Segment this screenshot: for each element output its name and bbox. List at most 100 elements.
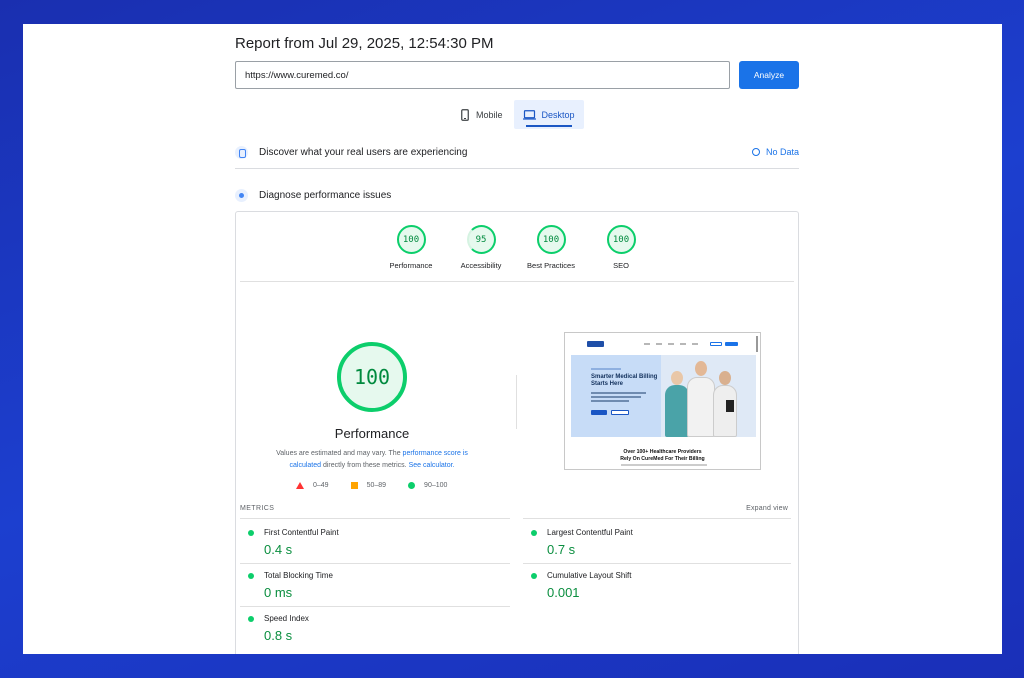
hero-primary-button <box>591 410 607 415</box>
clipboard-shape <box>726 400 734 412</box>
metric-divider <box>240 563 510 564</box>
pass-circle-icon <box>531 530 537 536</box>
disclaimer-text-2: directly from these metrics. <box>322 462 407 469</box>
metric-name: First Contentful Paint <box>264 528 339 537</box>
phone-icon <box>461 108 469 121</box>
metric-cls: Cumulative Layout Shift 0.001 <box>523 569 793 612</box>
metric-value: 0.8 s <box>264 628 293 643</box>
report-title: Report from Jul 29, 2025, 12:54:30 PM <box>235 35 494 52</box>
legend-good-label: 90–100 <box>424 482 448 489</box>
diagnose-section: Diagnose performance issues <box>235 185 799 205</box>
site-cta-button <box>724 342 738 346</box>
pass-circle-icon <box>248 616 254 622</box>
metric-name: Speed Index <box>264 614 309 623</box>
analyze-button[interactable]: Analyze <box>739 61 799 89</box>
hero-secondary-button <box>611 410 629 415</box>
hero-text-line <box>591 392 646 394</box>
gauge-performance[interactable]: 100 Performance <box>376 225 446 270</box>
score-legend: 0–49 50–89 90–100 <box>296 482 447 489</box>
metric-value: 0 ms <box>264 585 293 600</box>
lab-data-icon <box>235 188 248 202</box>
legend-average: 50–89 <box>350 482 387 489</box>
hero-text-line <box>591 400 629 402</box>
metric-divider <box>240 606 510 607</box>
metric-name: Total Blocking Time <box>264 571 333 580</box>
hero-headline: Smarter Medical Billing Starts Here <box>591 374 658 387</box>
metric-name: Cumulative Layout Shift <box>547 571 632 580</box>
expand-view-toggle[interactable]: Expand view <box>746 505 788 512</box>
metric-value: 0.001 <box>547 585 580 600</box>
tab-desktop-label: Desktop <box>541 109 575 120</box>
gauge-score: 100 <box>606 225 636 254</box>
metrics-header: METRICS Expand view <box>240 505 788 512</box>
gauge-seo[interactable]: 100 SEO <box>586 225 656 270</box>
pass-circle-icon <box>408 482 416 489</box>
thumbnail-navbar <box>565 333 760 355</box>
metric-value: 0.4 s <box>264 542 293 557</box>
tab-mobile-label: Mobile <box>476 109 503 120</box>
pass-circle-icon <box>248 573 254 579</box>
hero-eyebrow <box>591 368 621 370</box>
metric-value: 0.7 s <box>547 542 576 557</box>
active-tab-indicator <box>526 125 572 127</box>
gauge-score: 95 <box>466 225 496 254</box>
diagnose-heading: Diagnose performance issues <box>259 189 392 201</box>
legend-average-label: 50–89 <box>366 482 387 489</box>
legend-bad-label: 0–49 <box>313 482 329 489</box>
no-data-link[interactable]: No Data <box>751 147 799 157</box>
gauge-score: 100 <box>536 225 566 254</box>
gauge-label: Best Practices <box>527 261 575 270</box>
doctor-head <box>671 371 683 385</box>
discover-heading: Discover what your real users are experi… <box>259 146 468 158</box>
vertical-divider <box>516 375 517 429</box>
metric-divider <box>240 518 510 519</box>
gauge-score: 100 <box>396 225 426 254</box>
metric-divider <box>523 563 791 564</box>
metrics-heading: METRICS <box>240 505 275 512</box>
no-data-label: No Data <box>765 147 799 157</box>
hero-text-line <box>591 396 641 398</box>
doctor-figure <box>665 385 689 437</box>
field-data-icon <box>235 145 248 159</box>
gauge-best-practices[interactable]: 100 Best Practices <box>516 225 586 270</box>
footer-line-2: Rely On CureMed For Their Billing <box>620 455 705 462</box>
doctor-head <box>719 371 731 385</box>
discover-section: Discover what your real users are experi… <box>235 142 799 162</box>
gauge-label: Performance <box>389 261 433 270</box>
site-nav-links <box>644 343 699 345</box>
average-square-icon <box>350 482 358 489</box>
calculator-link[interactable]: See calculator. <box>409 462 455 469</box>
site-logo <box>587 341 605 347</box>
tab-desktop[interactable]: Desktop <box>514 100 584 129</box>
site-login-button <box>710 342 722 346</box>
thumbnail-hero: Smarter Medical Billing Starts Here <box>571 355 756 437</box>
section-divider <box>235 168 799 169</box>
metric-name: Largest Contentful Paint <box>547 528 633 537</box>
score-disclaimer: Values are estimated and may vary. The p… <box>262 448 482 472</box>
metric-divider <box>523 518 791 519</box>
thumbnail-scrollbar <box>756 336 758 352</box>
tab-mobile[interactable]: Mobile <box>455 100 515 129</box>
doctor-figure <box>687 377 715 437</box>
laptop-icon <box>523 109 537 120</box>
report-canvas: Report from Jul 29, 2025, 12:54:30 PM An… <box>23 24 1002 654</box>
pass-circle-icon <box>531 573 537 579</box>
legend-good: 90–100 <box>408 482 447 489</box>
pass-circle-icon <box>248 530 254 536</box>
gauge-accessibility[interactable]: 95 Accessibility <box>446 225 516 270</box>
metric-speed-index: Speed Index 0.8 s <box>240 612 510 654</box>
url-input[interactable] <box>235 61 730 89</box>
info-icon <box>751 148 760 156</box>
thumbnail-subtext <box>621 464 707 466</box>
disclaimer-text: Values are estimated and may vary. The <box>276 450 401 457</box>
doctor-head <box>695 361 707 376</box>
lighthouse-panel: 100 Performance 95 Accessibility 100 Bes… <box>235 211 799 654</box>
gauge-label: SEO <box>613 261 629 270</box>
thumbnail-footer-heading: Over 100+ Healthcare Providers Rely On C… <box>565 449 760 462</box>
gauges-divider <box>240 281 794 282</box>
performance-title: Performance <box>334 426 410 441</box>
performance-score-gauge: 100 <box>337 342 407 412</box>
gauge-label: Accessibility <box>460 261 502 270</box>
fail-triangle-icon <box>296 482 304 489</box>
final-screenshot-thumbnail[interactable]: Smarter Medical Billing Starts Here Over… <box>564 332 761 470</box>
